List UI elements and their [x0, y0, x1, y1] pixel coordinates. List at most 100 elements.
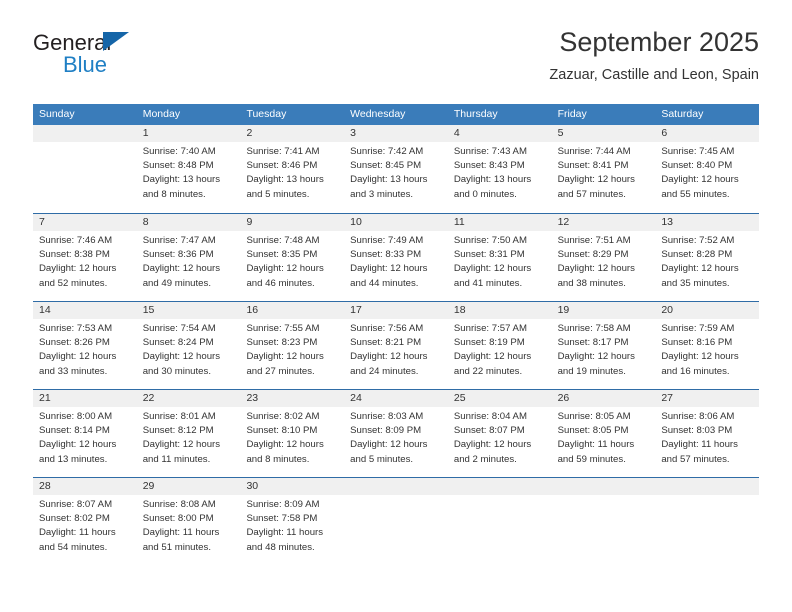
calendar-day-cell[interactable]: 16 Sunrise: 7:55 AM Sunset: 8:23 PM Dayligh… — [240, 302, 344, 389]
day-detail-line: Daylight: 12 hours — [142, 439, 221, 451]
day-detail-line: Sunset: 8:41 PM — [557, 160, 629, 172]
day-details: Sunrise: 7:49 AM Sunset: 8:33 PM Daylight:… — [350, 234, 448, 291]
calendar-day-cell[interactable]: 14 Sunrise: 7:53 AM Sunset: 8:26 PM Dayligh… — [33, 302, 137, 389]
day-number: 21 — [39, 392, 51, 404]
day-detail-line: and 8 minutes. — [142, 188, 206, 200]
day-detail-line: Daylight: 12 hours — [39, 351, 117, 363]
calendar-day-cell[interactable]: 10 Sunrise: 7:49 AM Sunset: 8:33 PM Dayligh… — [344, 214, 448, 301]
day-detail-line: Daylight: 12 hours — [557, 263, 635, 275]
calendar-day-cell[interactable]: 11 Sunrise: 7:50 AM Sunset: 8:31 PM Dayligh… — [448, 214, 552, 301]
day-detail-line: Sunset: 8:03 PM — [661, 425, 733, 437]
day-details: Sunrise: 7:45 AM Sunset: 8:40 PM Daylight:… — [661, 145, 759, 202]
day-detail-line: Daylight: 13 hours — [350, 174, 428, 186]
day-detail-line: Sunset: 8:46 PM — [246, 160, 318, 172]
day-number: 18 — [453, 304, 466, 316]
day-detail-line: and 48 minutes. — [246, 541, 315, 553]
day-detail-line: Sunset: 8:14 PM — [39, 425, 110, 437]
day-detail-line: and 27 minutes. — [246, 365, 315, 377]
calendar-day-cell[interactable]: 27 Sunrise: 8:06 AM Sunset: 8:03 PM Dayligh… — [655, 390, 759, 477]
calendar-day-cell[interactable]: 13 Sunrise: 7:52 AM Sunset: 8:28 PM Dayligh… — [655, 214, 759, 301]
day-detail-line: Daylight: 12 hours — [142, 351, 221, 363]
day-detail-line: Sunrise: 7:50 AM — [453, 235, 527, 246]
day-number — [350, 478, 448, 495]
page-header: General Blue September 2025 Zazuar, Cast… — [33, 26, 759, 98]
calendar-day-cell[interactable]: 8 Sunrise: 7:47 AM Sunset: 8:36 PM Daylight… — [137, 214, 241, 301]
day-detail-line: Daylight: 12 hours — [142, 263, 221, 275]
calendar-day-cell[interactable]: 28 Sunrise: 8:07 AM Sunset: 8:02 PM Dayligh… — [33, 478, 137, 565]
calendar-day-cell[interactable]: 1 Sunrise: 7:40 AM Sunset: 8:48 PM Daylight… — [137, 125, 241, 213]
day-detail-line: and 2 minutes. — [453, 453, 517, 465]
brand-name-blue: Blue — [63, 52, 108, 77]
weekday-header-row: Sunday Monday Tuesday Wednesday Thursday Frid… — [33, 104, 759, 125]
day-detail-line: Daylight: 13 hours — [246, 174, 324, 186]
day-number: 13 — [661, 216, 673, 228]
day-detail-line: Sunrise: 7:56 AM — [350, 323, 424, 334]
day-number: 20 — [661, 304, 673, 316]
day-detail-line: Daylight: 11 hours — [39, 527, 116, 539]
day-number: 29 — [142, 480, 155, 492]
calendar-day-cell[interactable]: 21 Sunrise: 8:00 AM Sunset: 8:14 PM Dayligh… — [33, 390, 137, 477]
day-detail-line: and 22 minutes. — [453, 365, 523, 377]
calendar-day-cell[interactable]: 24 Sunrise: 8:03 AM Sunset: 8:09 PM Dayligh… — [344, 390, 448, 477]
calendar-day-cell[interactable]: 5 Sunrise: 7:44 AM Sunset: 8:41 PM Daylight… — [552, 125, 656, 213]
calendar-day-cell[interactable]: 30 Sunrise: 8:09 AM Sunset: 7:58 PM Dayligh… — [240, 478, 344, 565]
calendar-day-cell[interactable]: 7 Sunrise: 7:46 AM Sunset: 8:38 PM Daylight… — [33, 214, 137, 301]
day-detail-line: Sunrise: 7:47 AM — [142, 235, 216, 246]
day-detail-line: and 3 minutes. — [350, 188, 414, 200]
day-details: Sunrise: 7:54 AM Sunset: 8:24 PM Daylight:… — [143, 322, 241, 379]
day-detail-line: Sunrise: 7:53 AM — [39, 323, 113, 334]
calendar-day-cell[interactable]: 6 Sunrise: 7:45 AM Sunset: 8:40 PM Daylight… — [655, 125, 759, 213]
day-number: 23 — [246, 392, 259, 404]
day-detail-line: Daylight: 11 hours — [661, 439, 738, 451]
day-detail-line: Sunrise: 8:08 AM — [142, 499, 216, 510]
day-details: Sunrise: 8:07 AM Sunset: 8:02 PM Daylight:… — [39, 498, 137, 555]
calendar-day-cell[interactable]: 25 Sunrise: 8:04 AM Sunset: 8:07 PM Dayligh… — [448, 390, 552, 477]
day-detail-line: Daylight: 12 hours — [661, 174, 739, 186]
weekday-header-saturday: Saturday — [661, 108, 704, 120]
day-number: 25 — [453, 392, 466, 404]
brand-logo[interactable]: General Blue — [33, 30, 213, 90]
calendar-day-cell[interactable]: 18 Sunrise: 7:57 AM Sunset: 8:19 PM Dayligh… — [448, 302, 552, 389]
calendar-day-cell[interactable]: 3 Sunrise: 7:42 AM Sunset: 8:45 PM Daylight… — [344, 125, 448, 213]
day-detail-line: Daylight: 12 hours — [350, 439, 428, 451]
weekday-header-tuesday: Tuesday — [246, 108, 287, 120]
calendar-day-cell[interactable]: 4 Sunrise: 7:43 AM Sunset: 8:43 PM Daylight… — [448, 125, 552, 213]
day-detail-line: Sunset: 8:21 PM — [350, 337, 422, 349]
calendar-day-cell[interactable]: 15 Sunrise: 7:54 AM Sunset: 8:24 PM Dayligh… — [137, 302, 241, 389]
calendar-day-cell[interactable]: 12 Sunrise: 7:51 AM Sunset: 8:29 PM Dayligh… — [552, 214, 656, 301]
day-detail-line: Sunrise: 7:49 AM — [350, 235, 424, 246]
day-detail-line: Daylight: 12 hours — [661, 351, 739, 363]
day-details: Sunrise: 7:55 AM Sunset: 8:23 PM Daylight:… — [246, 322, 344, 379]
calendar-day-cell[interactable]: 22 Sunrise: 8:01 AM Sunset: 8:12 PM Dayligh… — [137, 390, 241, 477]
calendar-day-cell[interactable]: 23 Sunrise: 8:02 AM Sunset: 8:10 PM Dayligh… — [240, 390, 344, 477]
calendar-week-row: 14 Sunrise: 7:53 AM Sunset: 8:26 PM Dayligh… — [33, 301, 759, 389]
day-number: 26 — [557, 392, 570, 404]
day-detail-line: Sunset: 8:35 PM — [246, 249, 318, 261]
day-details: Sunrise: 7:51 AM Sunset: 8:29 PM Daylight:… — [558, 234, 656, 291]
weekday-header-thursday: Thursday — [453, 108, 498, 120]
day-detail-line: and 54 minutes. — [39, 541, 108, 553]
day-detail-line: Daylight: 12 hours — [246, 263, 324, 275]
day-number: 27 — [661, 392, 673, 404]
calendar-day-cell[interactable]: 26 Sunrise: 8:05 AM Sunset: 8:05 PM Dayligh… — [552, 390, 656, 477]
day-detail-line: Sunrise: 7:59 AM — [661, 323, 735, 334]
calendar-grid: Sunday Monday Tuesday Wednesday Thursday Frid… — [33, 104, 759, 565]
day-number: 24 — [350, 392, 362, 404]
day-detail-line: Daylight: 12 hours — [557, 174, 635, 186]
calendar-day-cell[interactable]: 29 Sunrise: 8:08 AM Sunset: 8:00 PM Dayligh… — [137, 478, 241, 565]
calendar-day-cell[interactable]: 20 Sunrise: 7:59 AM Sunset: 8:16 PM Dayligh… — [655, 302, 759, 389]
day-detail-line: Daylight: 12 hours — [350, 263, 428, 275]
day-detail-line: Daylight: 12 hours — [39, 439, 117, 451]
calendar-day-cell[interactable]: 19 Sunrise: 7:58 AM Sunset: 8:17 PM Dayligh… — [552, 302, 656, 389]
day-details: Sunrise: 7:42 AM Sunset: 8:45 PM Daylight:… — [350, 145, 448, 202]
weekday-header-monday: Monday — [142, 108, 181, 120]
weekday-header-sunday: Sunday — [39, 108, 75, 120]
day-detail-line: and 59 minutes. — [557, 453, 626, 465]
calendar-day-cell[interactable]: 9 Sunrise: 7:48 AM Sunset: 8:35 PM Daylight… — [240, 214, 344, 301]
calendar-body: 1 Sunrise: 7:40 AM Sunset: 8:48 PM Daylight… — [33, 125, 759, 565]
day-detail-line: and 49 minutes. — [142, 277, 211, 289]
calendar-day-cell[interactable]: 2 Sunrise: 7:41 AM Sunset: 8:46 PM Daylight… — [240, 125, 344, 213]
calendar-day-cell[interactable]: 17 Sunrise: 7:56 AM Sunset: 8:21 PM Dayligh… — [344, 302, 448, 389]
day-detail-line: Sunrise: 7:44 AM — [557, 146, 631, 157]
day-details: Sunrise: 7:52 AM Sunset: 8:28 PM Daylight:… — [661, 234, 759, 291]
